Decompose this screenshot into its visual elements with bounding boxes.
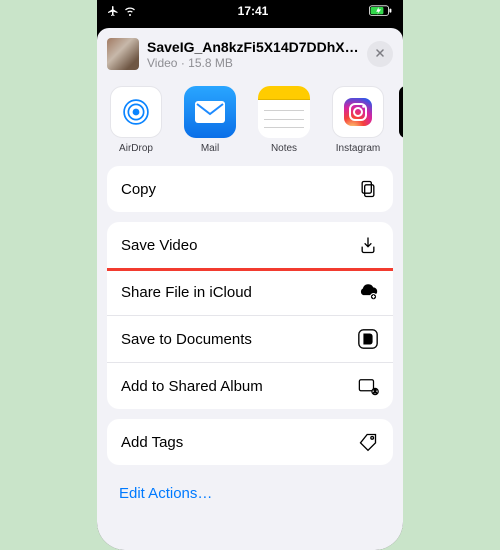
share-target-row[interactable]: AirDrop Mail Notes bbox=[97, 80, 403, 166]
action-add-tags[interactable]: Add Tags bbox=[107, 419, 393, 465]
file-meta: SaveIG_An8kzFi5X14D7DDhXM... Video · 15.… bbox=[147, 39, 367, 70]
action-label: Add to Shared Album bbox=[121, 378, 263, 395]
airplane-mode-icon bbox=[107, 5, 119, 17]
close-button[interactable] bbox=[367, 41, 393, 67]
action-group-2: Save Video Share File in iCloud Save to … bbox=[107, 222, 393, 409]
share-target-airdrop[interactable]: AirDrop bbox=[103, 86, 169, 154]
action-group-3: Add Tags bbox=[107, 419, 393, 465]
action-share-icloud[interactable]: Share File in iCloud bbox=[107, 268, 393, 315]
edit-actions-link[interactable]: Edit Actions… bbox=[97, 475, 403, 512]
share-target-notes[interactable]: Notes bbox=[251, 86, 317, 154]
close-icon bbox=[374, 46, 386, 62]
phone-frame: 17:41 SaveIG_An8kzFi5X14D7DDhXM... Video… bbox=[97, 0, 403, 550]
share-target-extra[interactable]: T bbox=[399, 86, 403, 154]
share-target-label: Mail bbox=[201, 143, 219, 154]
action-add-shared-album[interactable]: Add to Shared Album bbox=[107, 362, 393, 409]
documents-app-icon bbox=[357, 328, 379, 350]
download-icon bbox=[357, 234, 379, 256]
action-group-1: Copy bbox=[107, 166, 393, 212]
clock: 17:41 bbox=[238, 4, 269, 18]
share-target-label: Instagram bbox=[336, 143, 380, 154]
share-sheet: SaveIG_An8kzFi5X14D7DDhXM... Video · 15.… bbox=[97, 28, 403, 550]
tag-icon bbox=[357, 431, 379, 453]
share-sheet-header: SaveIG_An8kzFi5X14D7DDhXM... Video · 15.… bbox=[97, 28, 403, 80]
file-subtitle: Video · 15.8 MB bbox=[147, 56, 367, 70]
shared-album-icon bbox=[357, 375, 379, 397]
icloud-share-icon bbox=[357, 281, 379, 303]
status-bar: 17:41 bbox=[97, 0, 403, 22]
file-title: SaveIG_An8kzFi5X14D7DDhXM... bbox=[147, 39, 367, 55]
action-save-documents[interactable]: Save to Documents bbox=[107, 315, 393, 362]
action-label: Copy bbox=[121, 181, 156, 198]
file-thumbnail bbox=[107, 38, 139, 70]
share-target-label: AirDrop bbox=[119, 143, 153, 154]
action-save-video[interactable]: Save Video bbox=[107, 222, 393, 268]
wifi-icon bbox=[123, 5, 137, 17]
action-label: Save to Documents bbox=[121, 331, 252, 348]
notes-icon bbox=[258, 86, 310, 138]
share-target-mail[interactable]: Mail bbox=[177, 86, 243, 154]
share-target-instagram[interactable]: Instagram bbox=[325, 86, 391, 154]
action-copy[interactable]: Copy bbox=[107, 166, 393, 212]
airdrop-icon bbox=[110, 86, 162, 138]
share-target-label: Notes bbox=[271, 143, 297, 154]
mail-icon bbox=[184, 86, 236, 138]
battery-icon bbox=[369, 5, 393, 17]
extra-app-icon bbox=[399, 86, 403, 138]
action-label: Share File in iCloud bbox=[121, 284, 252, 301]
copy-icon bbox=[357, 178, 379, 200]
action-label: Add Tags bbox=[121, 434, 183, 451]
action-label: Save Video bbox=[121, 237, 197, 254]
instagram-icon bbox=[332, 86, 384, 138]
